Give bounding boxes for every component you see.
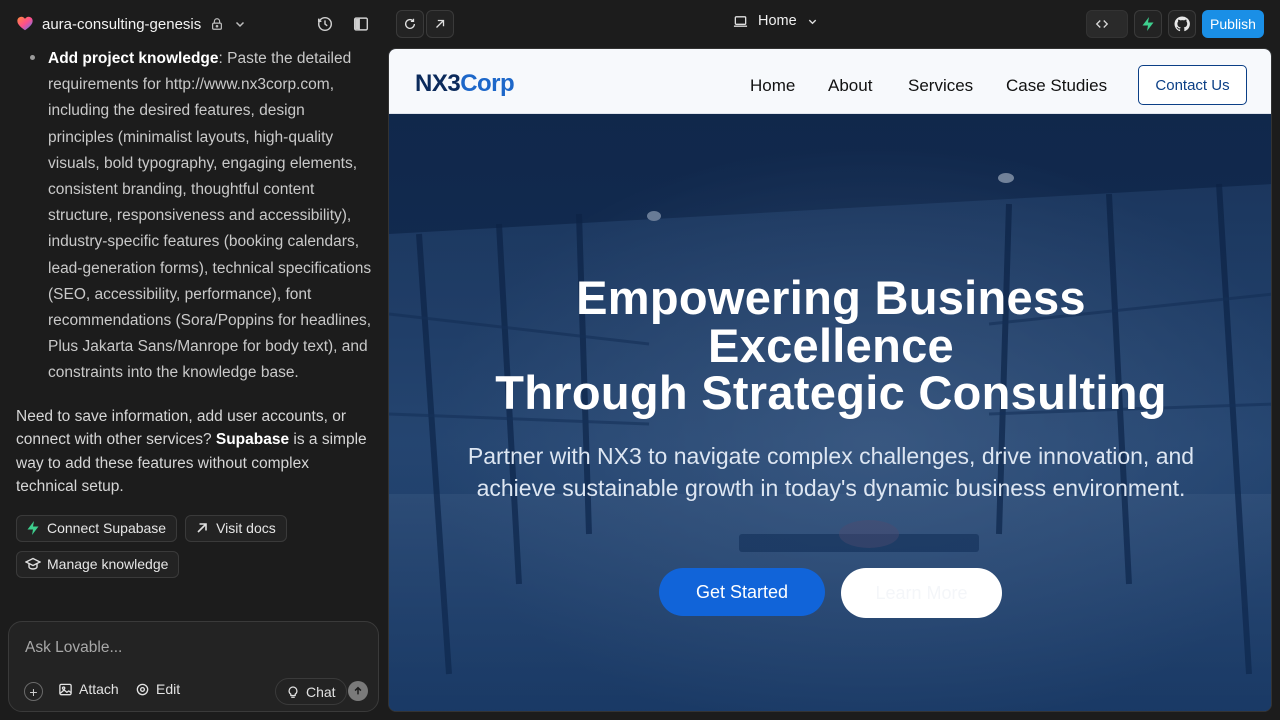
github-button[interactable] xyxy=(1168,10,1196,38)
chat-panel: aura-consulting-genesis Add project know… xyxy=(0,0,388,720)
chat-mode-toggle[interactable]: Chat xyxy=(275,678,347,705)
hero-subtitle: Partner with NX3 to navigate complex cha… xyxy=(467,443,1195,501)
attach-label: Attach xyxy=(79,681,119,697)
action-chips-2: Manage knowledge xyxy=(16,550,372,578)
supabase-bolt-icon xyxy=(1142,17,1154,31)
add-button[interactable]: + xyxy=(24,682,43,701)
manage-knowledge-button[interactable]: Manage knowledge xyxy=(16,550,180,578)
external-link-icon xyxy=(436,19,445,28)
project-name[interactable]: aura-consulting-genesis xyxy=(42,16,201,33)
publish-button[interactable]: Publish xyxy=(1202,10,1264,38)
github-icon xyxy=(1174,16,1190,32)
lock-icon xyxy=(212,18,223,30)
nav-services[interactable]: Services xyxy=(908,76,973,96)
logo-nx3: NX3 xyxy=(415,70,461,97)
history-icon[interactable] xyxy=(316,15,334,33)
nav-case-studies[interactable]: Case Studies xyxy=(1006,76,1107,96)
get-started-button[interactable]: Get Started xyxy=(659,568,825,616)
arrow-up-icon xyxy=(354,686,362,695)
preview-toolbar: Home Publish xyxy=(388,0,1280,48)
chat-composer: Ask Lovable... + Attach Edit Chat xyxy=(8,621,379,712)
supabase-button[interactable] xyxy=(1134,10,1162,38)
edit-label: Edit xyxy=(156,681,181,697)
connect-supabase-button[interactable]: Connect Supabase xyxy=(16,514,178,542)
sidebar-toggle-icon[interactable] xyxy=(352,15,370,33)
route-label: Home xyxy=(758,13,797,29)
nav-home[interactable]: Home xyxy=(750,76,795,96)
edit-button[interactable]: Edit xyxy=(135,681,180,697)
attach-button[interactable]: Attach xyxy=(58,681,119,697)
hero-title-line: Excellence xyxy=(707,318,954,372)
supabase-bold: Supabase xyxy=(215,431,290,449)
hero-title-line: Through Strategic Consulting xyxy=(495,366,1167,419)
contact-us-button[interactable]: Contact Us xyxy=(1138,65,1247,105)
image-icon xyxy=(59,683,72,695)
chat-input[interactable]: Ask Lovable... xyxy=(25,639,122,657)
site-preview: NX3Corp Home About Services Case Studies… xyxy=(388,48,1272,712)
chevron-down-icon[interactable] xyxy=(234,18,246,30)
supabase-message: Need to save information, add user accou… xyxy=(16,405,372,499)
learn-more-button[interactable]: Learn More xyxy=(841,568,1002,618)
laptop-icon xyxy=(733,15,748,27)
action-chips: Connect Supabase Visit docs xyxy=(16,514,372,542)
chevron-down-icon xyxy=(808,19,816,24)
open-new-tab-button[interactable] xyxy=(426,10,454,38)
chat-mode-label: Chat xyxy=(306,683,336,700)
lovable-heart-icon[interactable] xyxy=(16,15,34,33)
refresh-icon xyxy=(404,18,416,29)
send-button[interactable] xyxy=(348,681,368,701)
plus-icon: + xyxy=(29,683,38,700)
hero-title-line: Empowering Business xyxy=(576,271,1086,324)
external-link-icon xyxy=(197,523,207,533)
bullet-bold-text: Add project knowledge xyxy=(48,50,219,67)
visit-docs-button[interactable]: Visit docs xyxy=(185,514,287,542)
supabase-bolt-icon xyxy=(27,521,39,536)
target-icon xyxy=(136,683,149,695)
code-view-toggle[interactable] xyxy=(1086,10,1128,38)
list-item: Add project knowledge: Paste the detaile… xyxy=(16,48,372,387)
visit-docs-label: Visit docs xyxy=(216,520,276,537)
hero-section: Empowering Business Excellence Through S… xyxy=(389,114,1271,711)
site-navbar: NX3Corp Home About Services Case Studies… xyxy=(389,49,1271,114)
refresh-button[interactable] xyxy=(396,10,424,38)
nav-about[interactable]: About xyxy=(828,76,872,96)
route-selector[interactable]: Home xyxy=(733,13,818,29)
logo-corp: Corp xyxy=(460,70,515,97)
connect-supabase-label: Connect Supabase xyxy=(47,520,167,537)
graduation-cap-icon xyxy=(25,557,41,570)
code-icon xyxy=(1093,15,1111,33)
chat-messages: Add project knowledge: Paste the detaile… xyxy=(0,48,388,608)
hero-title: Empowering Business Excellence Through S… xyxy=(389,271,1271,419)
site-logo[interactable]: NX3Corp xyxy=(415,70,515,98)
manage-knowledge-label: Manage knowledge xyxy=(47,556,169,573)
lightbulb-icon xyxy=(288,685,298,698)
bullet-text: : Paste the detailed requirements for ht… xyxy=(48,50,372,382)
